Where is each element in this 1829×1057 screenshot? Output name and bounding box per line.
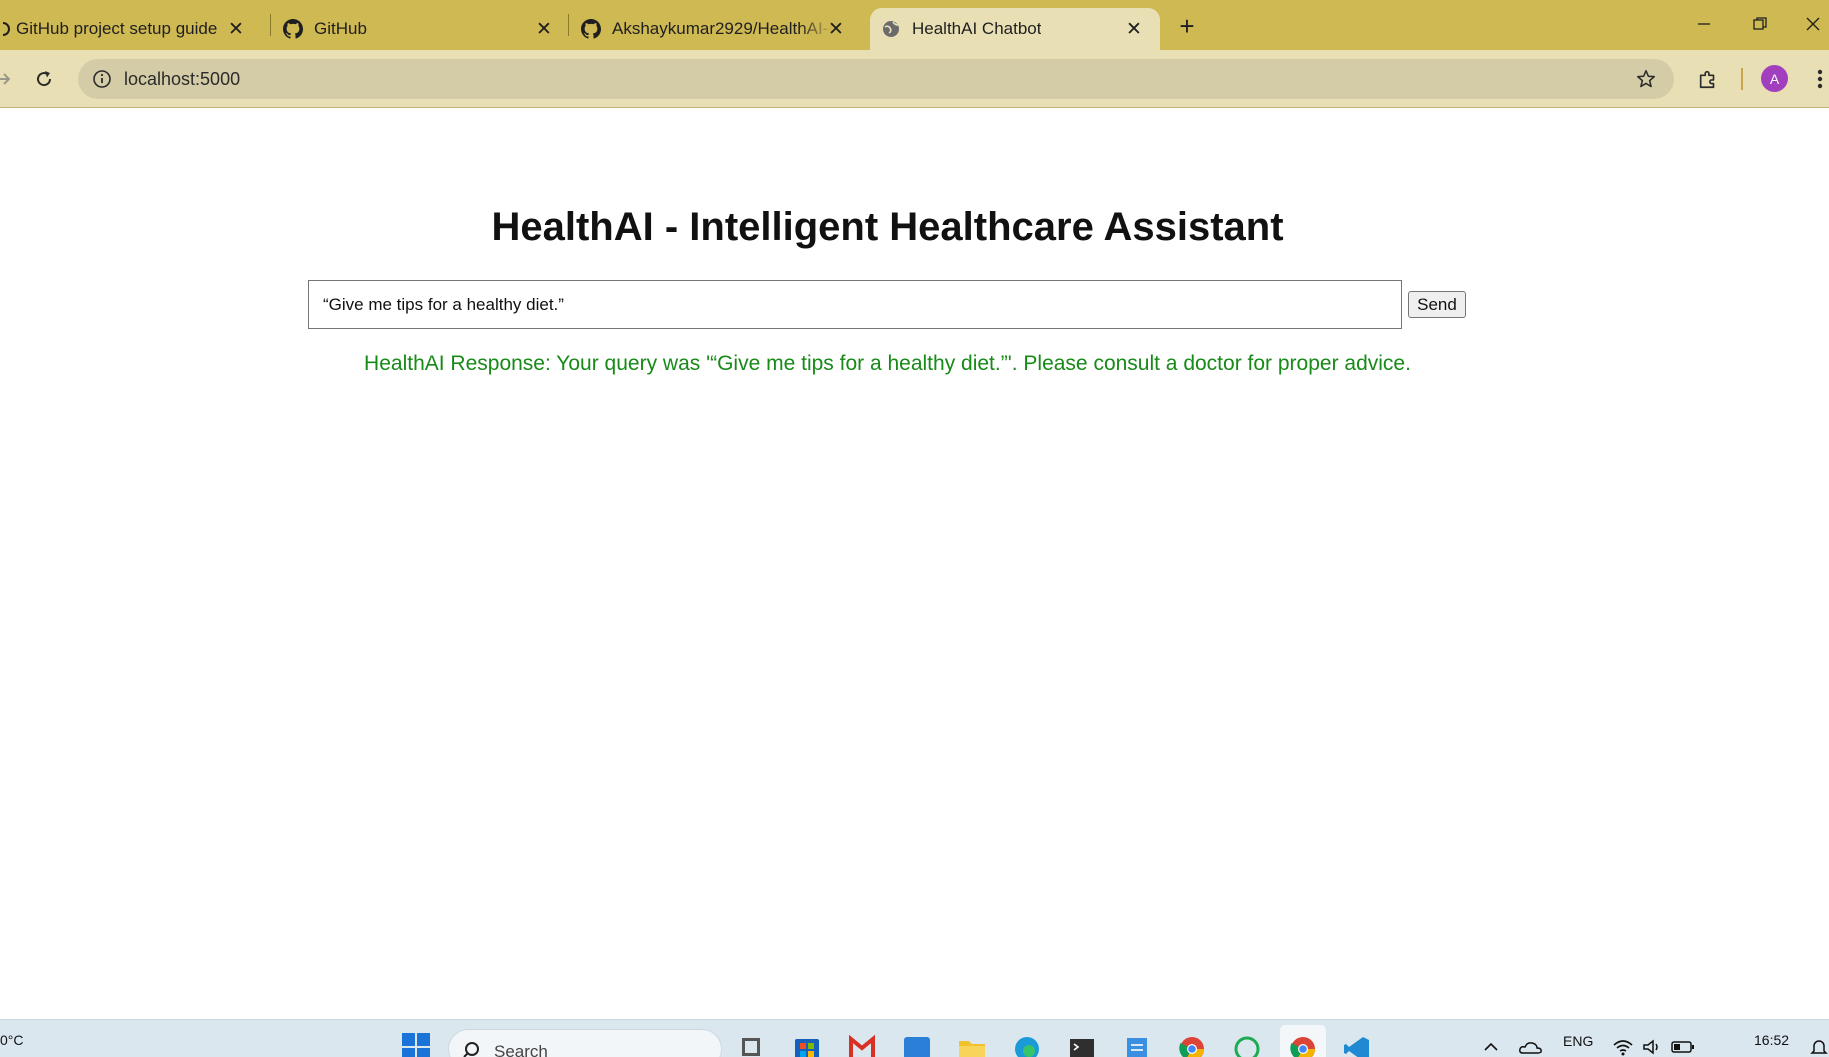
close-icon[interactable]: ✕ (1122, 17, 1146, 41)
tab-label: GitHub (314, 19, 367, 38)
clock-time[interactable]: 16:52 (1754, 1032, 1789, 1048)
tab-healthai-chatbot[interactable]: HealthAI Chatbot ✕ (870, 8, 1160, 50)
tab-github[interactable]: GitHub ✕ (282, 8, 570, 50)
more-menu-icon[interactable] (1803, 62, 1829, 96)
tab-label: Akshaykumar2929/HealthAI-Int (612, 19, 832, 38)
wifi-icon[interactable] (1606, 1030, 1640, 1057)
page-title: HealthAI - Intelligent Healthcare Assist… (491, 205, 1284, 249)
myhp-icon[interactable] (900, 1030, 934, 1057)
gmail-icon[interactable] (845, 1030, 879, 1057)
response-text: HealthAI Response: Your query was '“Give… (364, 352, 1411, 375)
battery-icon[interactable] (1666, 1030, 1700, 1057)
search-placeholder: Search (494, 1042, 548, 1057)
url-text[interactable]: localhost:5000 (124, 69, 240, 90)
file-explorer-icon[interactable] (955, 1030, 989, 1057)
query-input[interactable] (308, 280, 1402, 329)
github-icon (580, 18, 602, 40)
close-icon[interactable]: ✕ (224, 17, 248, 41)
chrome-icon[interactable] (1175, 1030, 1209, 1057)
volume-icon[interactable] (1636, 1030, 1670, 1057)
tab-label: GitHub project setup guide (16, 19, 218, 38)
close-window-button[interactable] (1796, 8, 1829, 40)
weather-widget[interactable]: 0°C (0, 1032, 24, 1048)
whatsapp-icon[interactable] (1230, 1030, 1264, 1057)
page-content: HealthAI - Intelligent Healthcare Assist… (0, 109, 1829, 1019)
vscode-icon[interactable] (1340, 1030, 1374, 1057)
address-bar[interactable]: localhost:5000 (78, 59, 1674, 99)
tab-healthai-repo[interactable]: Akshaykumar2929/HealthAI-Int ✕ (580, 8, 862, 50)
tab-separator (568, 14, 569, 36)
profile-avatar[interactable]: A (1761, 65, 1788, 92)
close-icon[interactable]: ✕ (532, 17, 556, 41)
onedrive-icon[interactable] (1514, 1030, 1548, 1057)
tab-label: HealthAI Chatbot (912, 19, 1042, 38)
taskbar: 0°C Search ENG 16:52 (0, 1019, 1829, 1057)
close-icon[interactable]: ✕ (824, 17, 848, 41)
terminal-icon[interactable] (1065, 1030, 1099, 1057)
notepad-icon[interactable] (1120, 1030, 1154, 1057)
task-view-icon[interactable] (734, 1030, 768, 1057)
taskbar-search[interactable]: Search (448, 1029, 722, 1057)
chevron-up-icon[interactable] (1474, 1030, 1508, 1057)
chrome-active-icon[interactable] (1286, 1030, 1320, 1057)
notification-icon[interactable] (1802, 1030, 1829, 1057)
edge-icon[interactable] (1010, 1030, 1044, 1057)
forward-button[interactable] (0, 62, 20, 96)
site-info-icon[interactable] (90, 67, 114, 91)
tab-github-project-setup-guide[interactable]: GitHub project setup guide ✕ (0, 8, 262, 50)
globe-icon (880, 18, 902, 40)
language-indicator[interactable]: ENG (1563, 1033, 1593, 1049)
toolbar-divider (1741, 68, 1743, 90)
tab-strip: GitHub project setup guide ✕ GitHub ✕ Ak… (0, 0, 1829, 50)
restore-button[interactable] (1740, 8, 1780, 40)
search-icon (463, 1040, 483, 1057)
new-tab-button[interactable]: + (1172, 11, 1202, 41)
github-icon (282, 18, 304, 40)
minimize-button[interactable] (1684, 8, 1724, 40)
extensions-icon[interactable] (1691, 62, 1725, 96)
bookmark-star-icon[interactable] (1634, 67, 1658, 91)
tab-separator (270, 14, 271, 36)
reload-button[interactable] (27, 62, 61, 96)
windows-start-icon[interactable] (399, 1030, 433, 1057)
browser-toolbar: localhost:5000 (0, 50, 1829, 108)
send-button[interactable]: Send (1408, 291, 1466, 318)
tab-partial-icon (0, 18, 14, 40)
microsoft-store-icon[interactable] (790, 1030, 824, 1057)
